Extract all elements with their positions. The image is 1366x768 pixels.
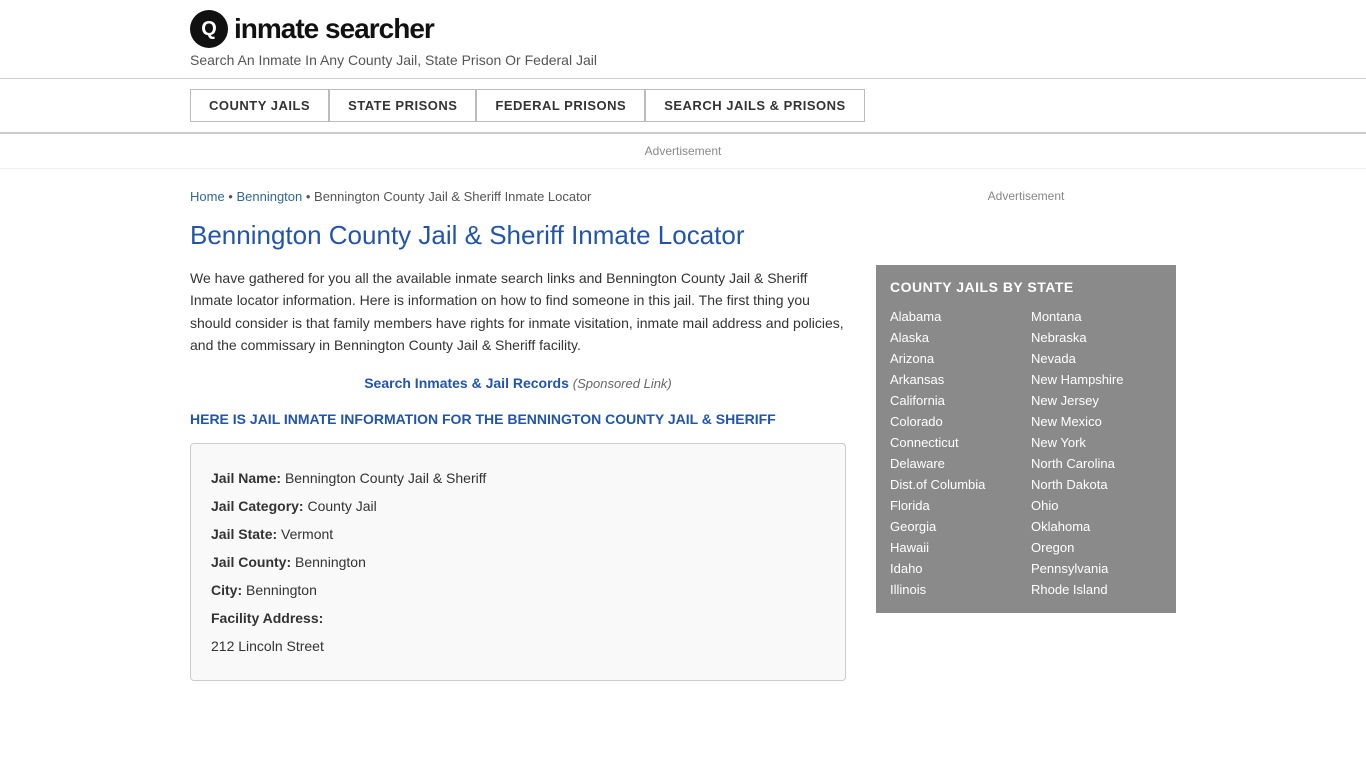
state-link[interactable]: Alaska [890,328,1021,347]
federal-prisons-nav[interactable]: FEDERAL PRISONS [476,89,645,122]
jail-info-box: Jail Name: Bennington County Jail & Sher… [190,443,846,681]
jail-city-label: City: [211,582,242,598]
main-content: Home • Bennington • Bennington County Ja… [0,169,1366,701]
page-title: Bennington County Jail & Sheriff Inmate … [190,220,846,251]
tagline: Search An Inmate In Any County Jail, Sta… [190,52,1176,68]
jail-address-label: Facility Address: [211,610,323,626]
state-link[interactable]: North Carolina [1031,454,1162,473]
jail-county-label: Jail County: [211,554,291,570]
state-link[interactable]: Dist.of Columbia [890,475,1021,494]
state-link[interactable]: Georgia [890,517,1021,536]
info-heading: HERE IS JAIL INMATE INFORMATION FOR THE … [190,411,846,427]
sidebar: Advertisement COUNTY JAILS BY STATE Alab… [876,169,1176,701]
header: Q inmate searcher Search An Inmate In An… [0,0,1366,79]
county-jails-nav[interactable]: COUNTY JAILS [190,89,329,122]
nav-buttons: COUNTY JAILS STATE PRISONS FEDERAL PRISO… [190,89,1176,122]
state-link[interactable]: Idaho [890,559,1021,578]
state-link[interactable]: Arizona [890,349,1021,368]
logo-area: Q inmate searcher [190,10,1176,48]
jail-name-row: Jail Name: Bennington County Jail & Sher… [211,464,825,492]
state-link[interactable]: Rhode Island [1031,580,1162,599]
state-link[interactable]: New Hampshire [1031,370,1162,389]
search-jails-nav[interactable]: SEARCH JAILS & PRISONS [645,89,864,122]
sponsored-link[interactable]: Search Inmates & Jail Records [364,375,573,391]
jail-state-row: Jail State: Vermont [211,520,825,548]
breadcrumb-home[interactable]: Home [190,189,225,204]
logo-text: inmate searcher [234,13,434,45]
state-link[interactable]: Oregon [1031,538,1162,557]
jail-county-row: Jail County: Bennington [211,548,825,576]
jail-name-label: Jail Name: [211,470,281,486]
page-description: We have gathered for you all the availab… [190,267,846,357]
jail-category-label: Jail Category: [211,498,304,514]
state-link[interactable]: Colorado [890,412,1021,431]
state-link[interactable]: Ohio [1031,496,1162,515]
state-link[interactable]: Oklahoma [1031,517,1162,536]
sponsored-note: (Sponsored Link) [573,376,672,391]
state-link[interactable]: Connecticut [890,433,1021,452]
state-box: COUNTY JAILS BY STATE Alabama Alaska Arizo… [876,265,1176,613]
jail-city-row: City: Bennington [211,576,825,604]
state-link[interactable]: New Jersey [1031,391,1162,410]
state-link[interactable]: Alabama [890,307,1021,326]
state-link[interactable]: Delaware [890,454,1021,473]
jail-state-label: Jail State: [211,526,277,542]
state-link[interactable]: New York [1031,433,1162,452]
sponsored-section: Search Inmates & Jail Records (Sponsored… [190,375,846,391]
state-link[interactable]: Hawaii [890,538,1021,557]
state-link[interactable]: Nevada [1031,349,1162,368]
state-link[interactable]: Arkansas [890,370,1021,389]
state-link[interactable]: Nebraska [1031,328,1162,347]
jail-address-value-row: 212 Lincoln Street [211,632,825,660]
jail-category-row: Jail Category: County Jail [211,492,825,520]
content-area: Home • Bennington • Bennington County Ja… [190,169,846,701]
state-box-title: COUNTY JAILS BY STATE [890,279,1162,295]
state-col-right: Montana Nebraska Nevada New Hampshire New Je… [1031,307,1162,599]
logo-icon: Q [190,10,228,48]
sidebar-ad: Advertisement [876,189,1176,249]
state-link[interactable]: California [890,391,1021,410]
state-link[interactable]: Montana [1031,307,1162,326]
state-link[interactable]: New Mexico [1031,412,1162,431]
breadcrumb-current: Bennington County Jail & Sheriff Inmate … [314,189,591,204]
state-link[interactable]: North Dakota [1031,475,1162,494]
state-link[interactable]: Pennsylvania [1031,559,1162,578]
state-link[interactable]: Florida [890,496,1021,515]
state-col-left: Alabama Alaska Arizona Arkansas California Co… [890,307,1021,599]
state-link[interactable]: Illinois [890,580,1021,599]
breadcrumb-city[interactable]: Bennington [236,189,302,204]
ad-banner: Advertisement [0,134,1366,169]
breadcrumb: Home • Bennington • Bennington County Ja… [190,189,846,204]
jail-address-value: 212 Lincoln Street [211,638,324,654]
state-columns: Alabama Alaska Arizona Arkansas California Co… [890,307,1162,599]
navigation: COUNTY JAILS STATE PRISONS FEDERAL PRISO… [0,79,1366,134]
state-prisons-nav[interactable]: STATE PRISONS [329,89,476,122]
jail-address-row: Facility Address: [211,604,825,632]
